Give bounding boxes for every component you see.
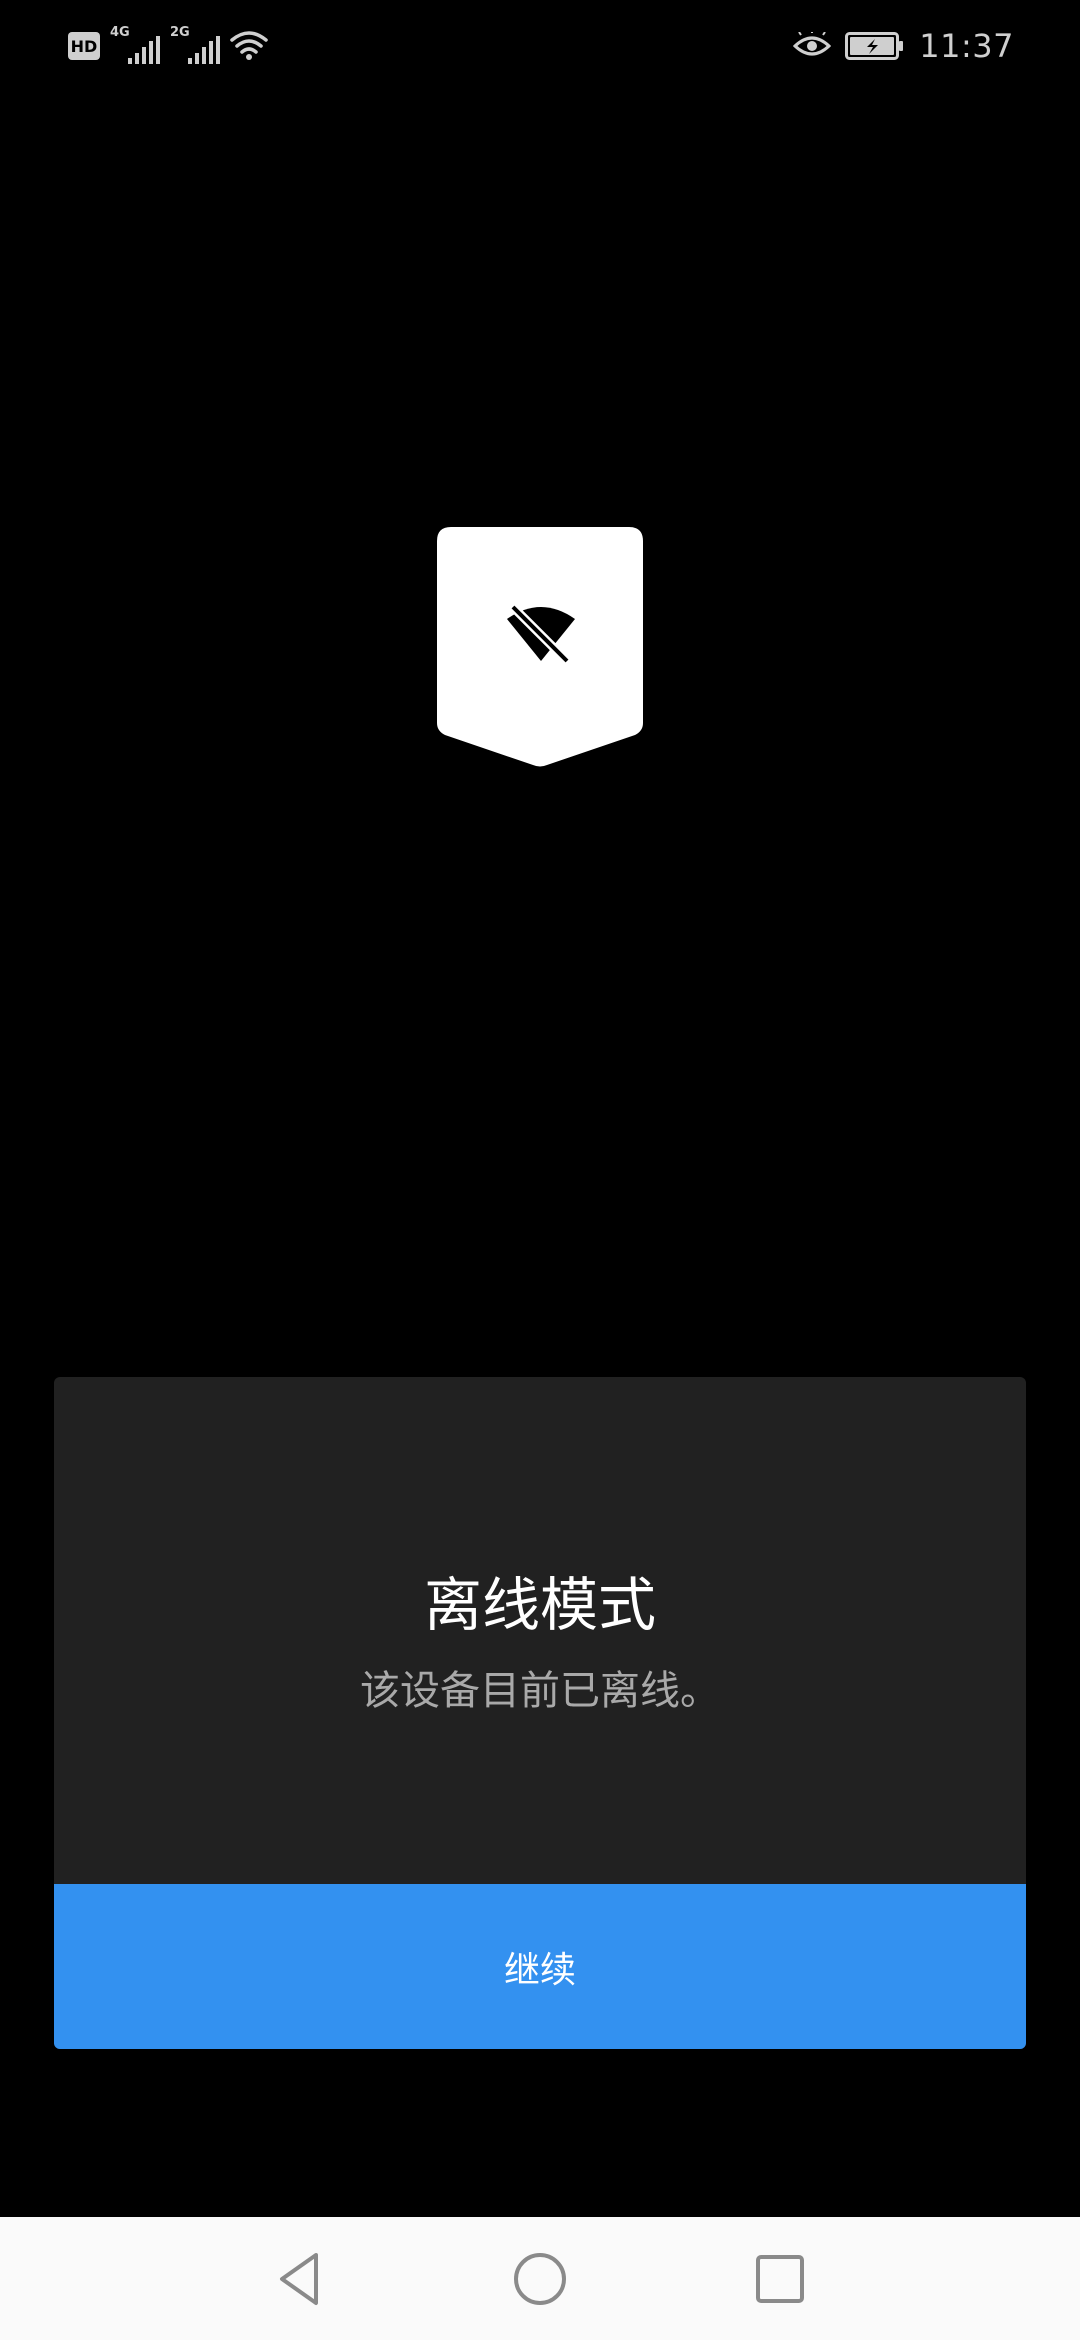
recents-square-icon — [756, 2255, 804, 2303]
back-button[interactable] — [266, 2245, 334, 2313]
home-button[interactable] — [506, 2245, 574, 2313]
status-right: 11:37 — [793, 22, 1014, 70]
screen: HD 4G 2G 11:37 离线模式 该设备目前已离线。 继续 — [0, 0, 1080, 2340]
battery-charging-icon — [845, 32, 904, 60]
status-bar: HD 4G 2G 11:37 — [0, 0, 1080, 92]
signal-2g: 2G — [170, 26, 220, 66]
dialog-title: 离线模式 — [423, 1571, 656, 1639]
navigation-bar — [0, 2217, 1080, 2340]
wifi-icon — [230, 31, 268, 60]
clock: 11:37 — [919, 27, 1014, 65]
recents-button[interactable] — [746, 2245, 814, 2313]
network-type-label: 4G — [110, 25, 130, 40]
continue-button[interactable]: 继续 — [54, 1884, 1026, 2049]
dialog-message: 该设备目前已离线。 — [360, 1668, 720, 1714]
back-triangle-icon — [280, 2253, 318, 2305]
offline-dialog: 离线模式 该设备目前已离线。 继续 — [54, 1377, 1026, 2049]
signal-bars-icon — [188, 36, 220, 64]
eye-comfort-icon — [793, 32, 832, 56]
offline-badge-logo — [437, 527, 643, 767]
hd-badge: HD — [68, 32, 100, 60]
status-left: HD 4G 2G — [68, 24, 268, 68]
home-circle-icon — [514, 2253, 566, 2305]
network-type-label: 2G — [170, 25, 190, 40]
signal-bars-icon — [128, 36, 160, 64]
signal-4g: 4G — [110, 26, 160, 66]
